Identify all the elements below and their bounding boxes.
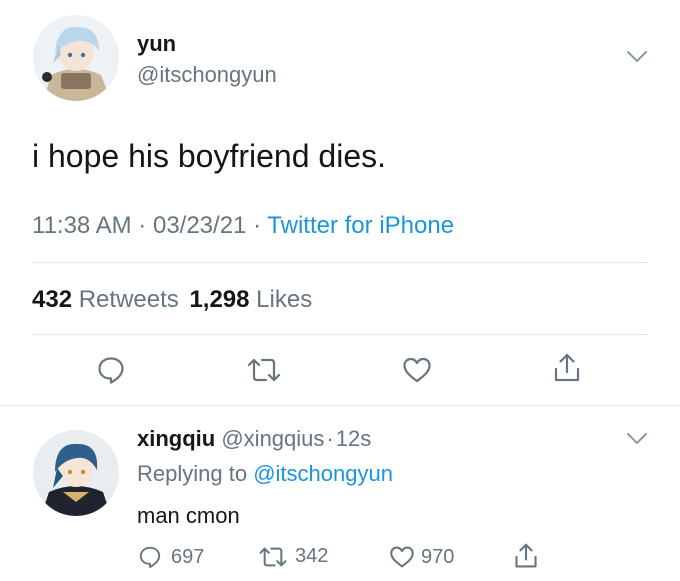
tweet-date: 03/23/21 xyxy=(152,212,247,239)
retweets-link[interactable]: 432 Retweets xyxy=(32,286,185,313)
replying-to-link[interactable]: @itschongyun xyxy=(253,461,393,486)
reply-icon[interactable] xyxy=(96,355,126,385)
tweet-source-link[interactable]: Twitter for iPhone xyxy=(267,212,454,239)
reply-time[interactable]: 12s xyxy=(336,426,371,451)
meta-separator: · xyxy=(138,212,147,239)
chevron-down-icon[interactable] xyxy=(626,50,648,69)
retweets-count: 432 xyxy=(32,286,73,313)
chevron-down-icon[interactable] xyxy=(626,432,648,451)
share-icon[interactable] xyxy=(513,542,539,570)
tweet-time: 11:38 AM xyxy=(32,212,132,239)
reply-handle[interactable]: @xingqius xyxy=(221,426,324,451)
retweets-label: Retweets xyxy=(78,286,179,313)
share-icon[interactable] xyxy=(552,352,582,384)
likes-label: Likes xyxy=(256,286,313,313)
replying-prefix: Replying to xyxy=(137,461,248,486)
like-icon[interactable] xyxy=(402,356,432,384)
divider xyxy=(32,262,648,263)
reply-count: 697 xyxy=(171,545,205,568)
reply-action[interactable]: 697 xyxy=(138,545,204,569)
retweet-count: 342 xyxy=(295,545,329,567)
retweet-icon[interactable] xyxy=(258,546,288,568)
reply-header: xingqiu @xingqius·12s xyxy=(137,425,371,453)
reply-icon[interactable] xyxy=(138,545,162,569)
tweet-meta: 11:38 AM · 03/23/21 · Twitter for iPhone xyxy=(32,211,454,241)
meta-separator: · xyxy=(253,212,262,239)
retweet-icon[interactable] xyxy=(246,357,282,383)
like-count: 970 xyxy=(421,545,455,568)
avatar[interactable] xyxy=(33,15,119,101)
like-action[interactable]: 970 xyxy=(389,545,454,569)
tweet-text: i hope his boyfriend dies. xyxy=(32,138,386,174)
display-name[interactable]: yun xyxy=(137,31,176,57)
likes-count: 1,298 xyxy=(189,286,250,313)
replying-to: Replying to @itschongyun xyxy=(137,460,393,488)
like-icon[interactable] xyxy=(389,545,415,569)
reply-separator: · xyxy=(326,426,334,451)
divider xyxy=(32,334,648,335)
divider xyxy=(0,405,680,406)
handle[interactable]: @itschongyun xyxy=(137,62,277,88)
reply-display-name[interactable]: xingqiu xyxy=(137,426,215,451)
likes-link[interactable]: 1,298 Likes xyxy=(189,286,312,313)
retweet-action[interactable]: 342 xyxy=(258,545,328,568)
tweet-stats: 432 Retweets 1,298 Likes xyxy=(32,285,312,315)
reply-text: man cmon xyxy=(137,503,240,528)
avatar[interactable] xyxy=(33,430,119,516)
